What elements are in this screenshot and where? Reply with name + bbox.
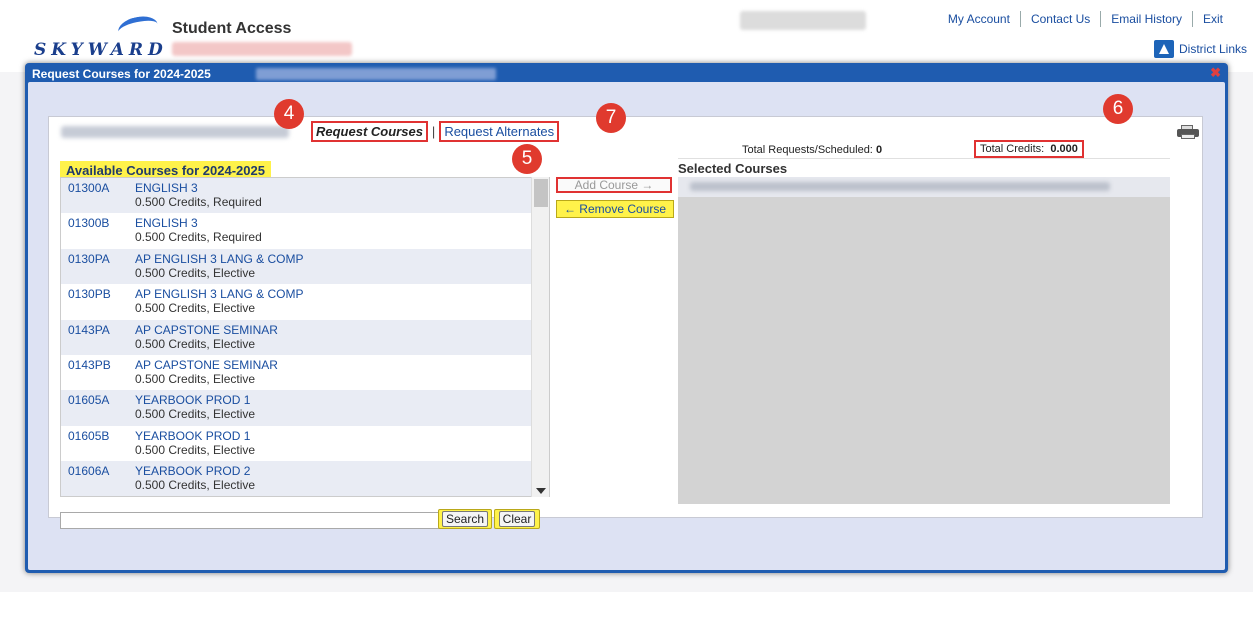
my-account-link[interactable]: My Account xyxy=(938,11,1021,27)
course-meta: 0.500 Credits, Elective xyxy=(135,478,256,493)
district-links[interactable]: District Links xyxy=(1153,40,1247,58)
course-name: YEARBOOK PROD 1 xyxy=(135,428,251,443)
course-meta: 0.500 Credits, Required xyxy=(135,230,262,245)
course-meta: 0.500 Credits, Required xyxy=(135,195,262,209)
course-row[interactable]: 0130PA AP ENGLISH 3 LANG & COMP 0.500 Cred… xyxy=(61,248,549,285)
request-tabs: Request Courses | Request Alternates xyxy=(311,121,560,142)
total-credits-value: 0.000 xyxy=(1050,143,1078,155)
selected-course-redacted xyxy=(690,182,1110,191)
dialog-title: Request Courses for 2024-2025 xyxy=(32,67,211,81)
skyward-logo: SKYWARD xyxy=(34,40,168,60)
dialog-body: Request Courses | Request Alternates 4 7… xyxy=(28,82,1225,570)
selected-courses-heading: Selected Courses xyxy=(678,161,788,176)
course-name: ENGLISH 3 xyxy=(135,181,198,195)
course-name: AP CAPSTONE SEMINAR xyxy=(135,357,278,372)
course-meta: 0.500 Credits, Elective xyxy=(135,265,256,280)
course-code: 01606A xyxy=(68,464,110,479)
selected-courses-list xyxy=(678,177,1170,504)
course-code: 01605A xyxy=(68,393,110,408)
course-row[interactable]: 0143PB AP CAPSTONE SEMINAR 0.500 Credits, … xyxy=(61,355,549,390)
add-course-button[interactable]: Add Course → xyxy=(556,177,672,193)
total-requests-value: 0 xyxy=(875,144,883,156)
course-meta: 0.500 Credits, Elective xyxy=(135,442,256,457)
tab-request-courses[interactable]: Request Courses xyxy=(311,121,428,142)
search-button[interactable]: Search xyxy=(438,509,492,529)
course-name: YEARBOOK PROD 2 xyxy=(135,464,251,479)
annotation-badge-5: 5 xyxy=(512,144,542,174)
course-row[interactable]: 01605B YEARBOOK PROD 1 0.500 Credits, Elec… xyxy=(61,426,549,461)
course-code: 0130PB xyxy=(68,287,111,302)
app-title: Student Access xyxy=(172,20,292,37)
scrollbar-thumb[interactable] xyxy=(534,179,548,207)
exit-link[interactable]: Exit xyxy=(1193,11,1223,27)
top-links: My Account Contact Us Email History Exit xyxy=(938,11,1223,27)
logo-swoosh xyxy=(116,13,160,43)
annotation-badge-4: 4 xyxy=(274,99,304,129)
total-credits: Total Credits: 0.000 xyxy=(974,140,1084,158)
selected-course-row[interactable] xyxy=(678,177,1170,197)
user-name-redacted xyxy=(740,11,866,30)
printer-icon[interactable] xyxy=(1177,125,1199,139)
total-requests: Total Requests/Scheduled: 0 xyxy=(742,144,883,156)
course-code: 0143PA xyxy=(68,322,110,337)
annotation-badge-7: 7 xyxy=(596,103,626,133)
school-name-redacted xyxy=(172,42,352,56)
totals-bar: Total Requests/Scheduled: 0 Total Credit… xyxy=(678,140,1170,159)
course-name: YEARBOOK PROD 1 xyxy=(135,393,251,408)
course-code: 01605B xyxy=(68,428,110,443)
email-history-link[interactable]: Email History xyxy=(1101,11,1193,27)
clear-button[interactable]: Clear xyxy=(494,509,540,529)
district-links-label: District Links xyxy=(1178,42,1247,56)
close-icon[interactable]: ✖ xyxy=(1210,65,1221,81)
course-list-scrollbar[interactable] xyxy=(531,177,549,497)
course-row[interactable]: 01605A YEARBOOK PROD 1 0.500 Credits, Elec… xyxy=(61,390,549,426)
course-row[interactable]: 01300B ENGLISH 3 0.500 Credits, Required xyxy=(61,213,549,248)
scroll-down-arrow-icon[interactable] xyxy=(536,488,546,494)
dialog-title-redacted xyxy=(256,68,496,80)
top-header: SKYWARD Student Access My Account Contac… xyxy=(0,0,1253,66)
course-name: AP CAPSTONE SEMINAR xyxy=(135,322,278,337)
available-courses-list: 01300A ENGLISH 3 0.500 Credits, Required 0… xyxy=(60,177,550,497)
course-meta: 0.500 Credits, Elective xyxy=(135,371,256,386)
course-row[interactable]: 01300A ENGLISH 3 0.500 Credits, Required xyxy=(61,178,549,214)
course-search-input[interactable] xyxy=(60,512,461,529)
course-meta: 0.500 Credits, Elective xyxy=(135,301,256,316)
course-meta: 0.500 Credits, Elective xyxy=(135,407,256,422)
course-row[interactable]: 0143PA AP CAPSTONE SEMINAR 0.500 Credits, … xyxy=(61,319,549,355)
request-courses-dialog: Request Courses for 2024-2025 ✖ Request … xyxy=(25,63,1228,573)
contact-us-link[interactable]: Contact Us xyxy=(1021,11,1102,27)
district-home-icon xyxy=(1153,40,1174,58)
course-name: ENGLISH 3 xyxy=(135,216,198,231)
tab-separator: | xyxy=(431,124,436,139)
course-code: 0130PA xyxy=(68,251,110,266)
course-code: 0143PB xyxy=(68,357,111,372)
tab-request-alternates[interactable]: Request Alternates xyxy=(439,121,560,142)
course-code: 01300B xyxy=(68,216,110,231)
course-code: 01300A xyxy=(68,181,110,195)
course-meta: 0.500 Credits, Elective xyxy=(135,336,256,351)
course-row[interactable]: 0130PB AP ENGLISH 3 LANG & COMP 0.500 Cred… xyxy=(61,284,549,319)
annotation-badge-6: 6 xyxy=(1103,94,1133,124)
student-info-redacted xyxy=(61,126,289,138)
course-name: AP ENGLISH 3 LANG & COMP xyxy=(135,251,304,266)
remove-course-button[interactable]: ← Remove Course xyxy=(556,200,674,218)
course-row[interactable]: 01606A YEARBOOK PROD 2 0.500 Credits, Elec… xyxy=(61,461,549,496)
course-name: AP ENGLISH 3 LANG & COMP xyxy=(135,287,304,302)
